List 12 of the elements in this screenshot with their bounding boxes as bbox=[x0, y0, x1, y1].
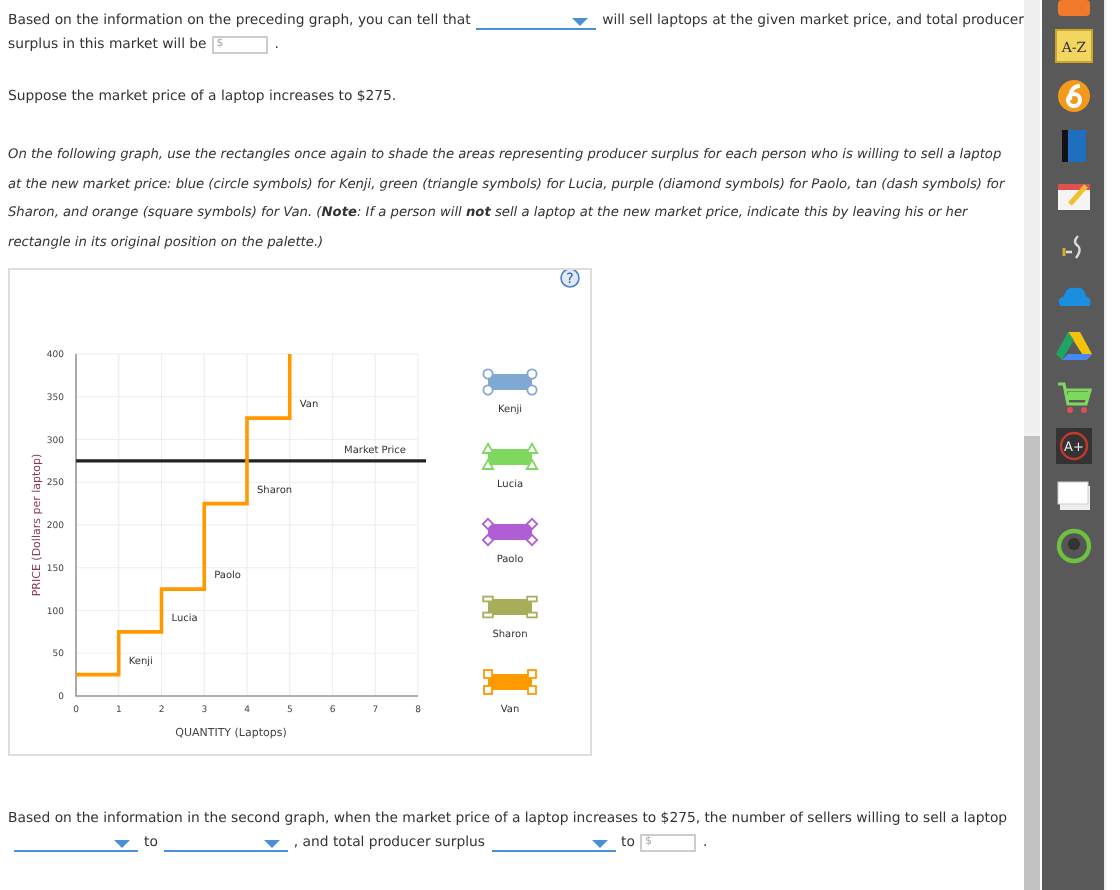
surplus-rectangle[interactable] bbox=[482, 368, 538, 396]
profile-ring-icon[interactable] bbox=[1053, 526, 1093, 566]
surplus-rectangle[interactable] bbox=[482, 595, 538, 619]
surplus-rectangle[interactable] bbox=[483, 669, 537, 695]
rss-icon[interactable] bbox=[1053, 0, 1093, 16]
surplus-rectangle[interactable] bbox=[481, 441, 539, 470]
surplus-rectangle[interactable] bbox=[481, 517, 539, 547]
circled-six-icon[interactable] bbox=[1053, 76, 1093, 116]
drive-icon[interactable] bbox=[1053, 326, 1093, 366]
cart-icon[interactable] bbox=[1053, 376, 1093, 416]
paper-stack-icon[interactable] bbox=[1053, 476, 1093, 516]
scrollbar-thumb[interactable] bbox=[1024, 436, 1040, 890]
